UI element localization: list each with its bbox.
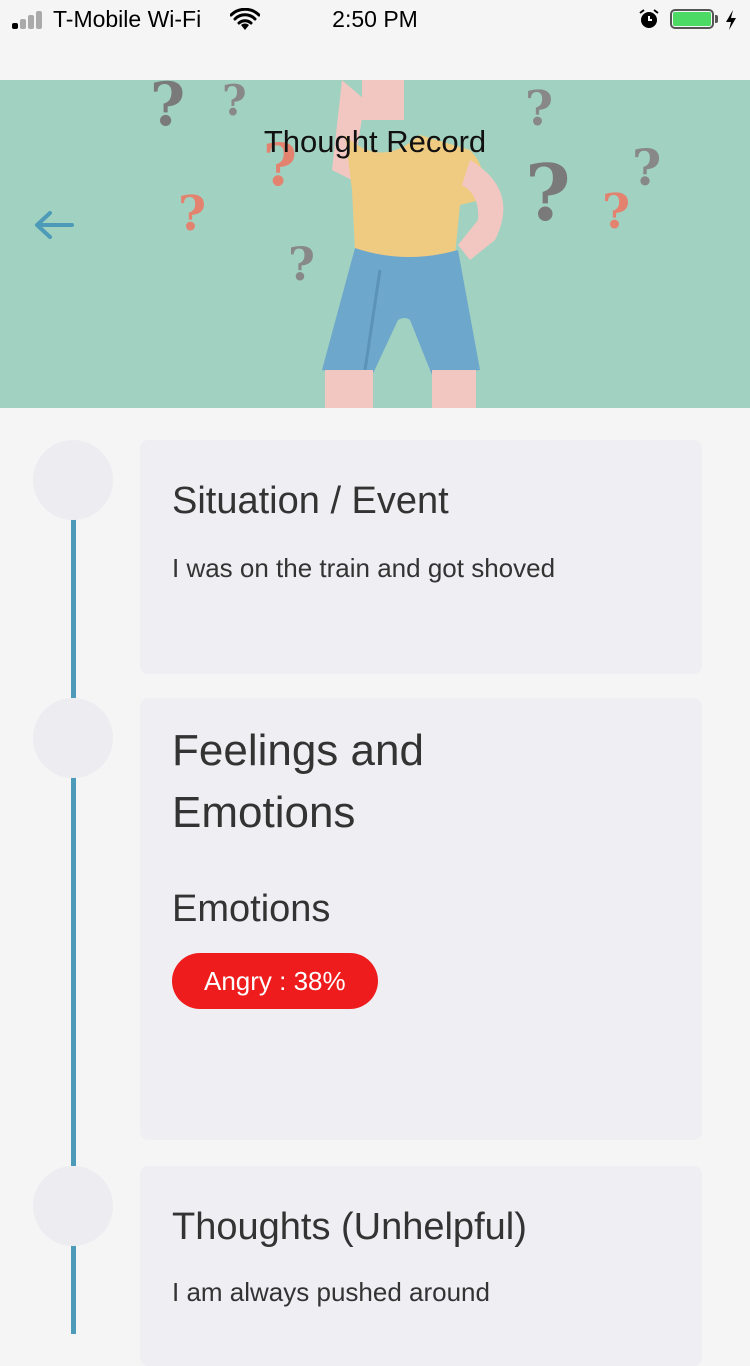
thoughts-card[interactable]: Thoughts (Unhelpful) I am always pushed … bbox=[140, 1166, 702, 1366]
svg-text:?: ? bbox=[288, 237, 315, 291]
thought-record-timeline: Situation / Event I was on the train and… bbox=[0, 408, 750, 1366]
timeline-node bbox=[33, 698, 113, 778]
svg-text:?: ? bbox=[602, 184, 630, 240]
status-bar: T-Mobile Wi-Fi 2:50 PM bbox=[0, 0, 750, 80]
feelings-title-line2: Emotions bbox=[172, 788, 356, 837]
timeline-node bbox=[33, 1166, 113, 1246]
svg-text:?: ? bbox=[222, 80, 247, 125]
svg-text:?: ? bbox=[178, 186, 206, 242]
alarm-icon bbox=[639, 9, 659, 28]
situation-title: Situation / Event bbox=[172, 480, 449, 522]
page-title: Thought Record bbox=[263, 124, 487, 159]
emotion-chip[interactable]: Angry : 38% bbox=[172, 953, 378, 1009]
thoughts-title: Thoughts (Unhelpful) bbox=[172, 1206, 527, 1248]
emotions-subheading: Emotions bbox=[172, 888, 331, 930]
feelings-title-line1: Feelings and bbox=[172, 726, 424, 775]
situation-text: I was on the train and got shoved bbox=[172, 553, 556, 583]
charging-bolt-icon bbox=[726, 10, 736, 30]
timeline-connector bbox=[71, 1244, 76, 1334]
thoughts-text: I am always pushed around bbox=[172, 1277, 490, 1307]
battery-icon bbox=[670, 9, 718, 31]
timeline-node bbox=[33, 440, 113, 520]
timeline-connector bbox=[71, 776, 76, 1166]
back-arrow-icon[interactable] bbox=[32, 205, 76, 245]
feelings-card[interactable]: Feelings and Emotions Emotions Angry : 3… bbox=[140, 698, 702, 1140]
svg-text:?: ? bbox=[525, 148, 571, 239]
situation-card[interactable]: Situation / Event I was on the train and… bbox=[140, 440, 702, 674]
timeline-connector bbox=[71, 518, 76, 698]
